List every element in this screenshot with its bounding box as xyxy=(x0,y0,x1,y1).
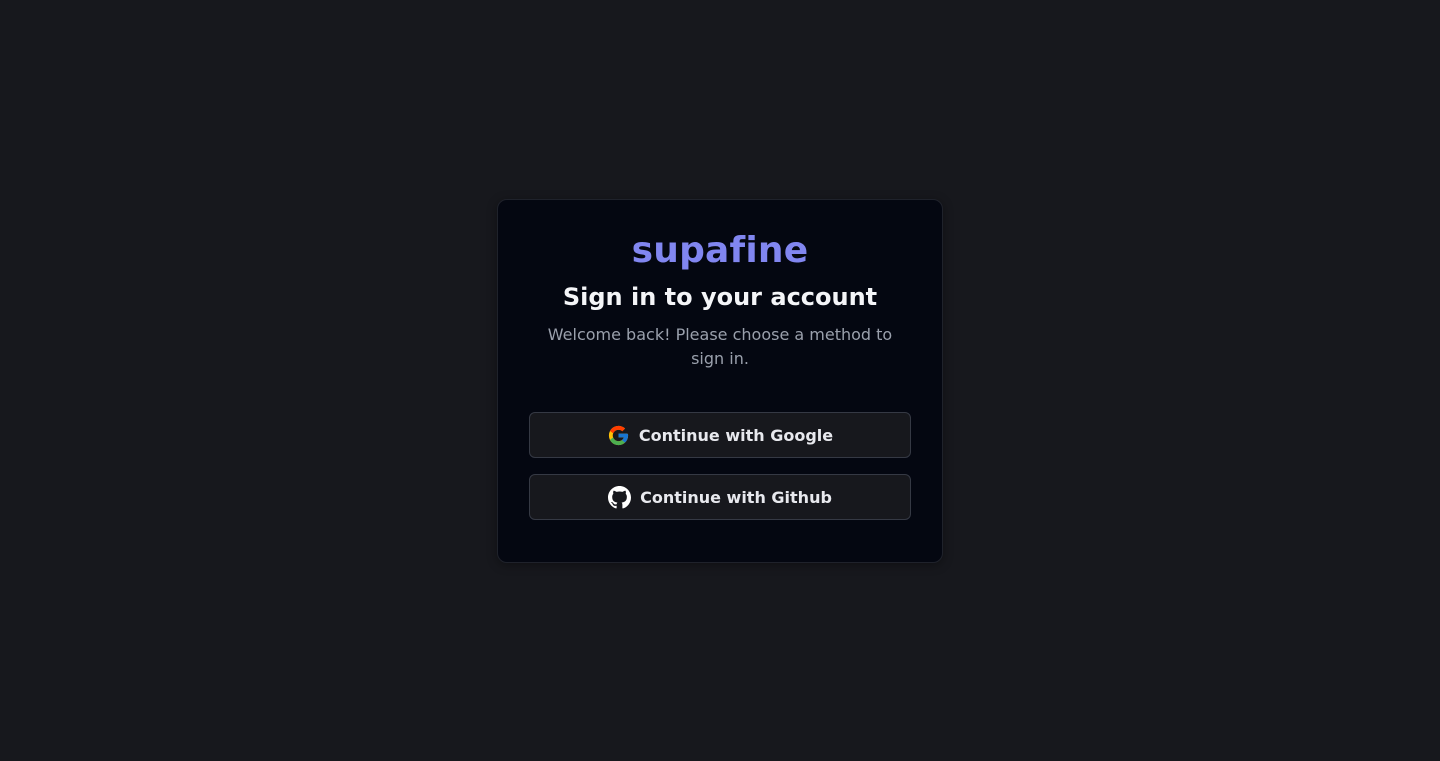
login-subtitle: Welcome back! Please choose a method to … xyxy=(547,325,893,368)
brand-logo: supafine xyxy=(631,230,809,271)
login-card: supafine Sign in to your account Welcome… xyxy=(497,199,943,563)
continue-with-github-button[interactable]: Continue with Github xyxy=(529,474,911,520)
google-button-label: Continue with Google xyxy=(638,425,834,445)
continue-with-google-button[interactable]: Continue with Google xyxy=(529,412,911,458)
login-page: supafine Sign in to your account Welcome… xyxy=(0,0,1440,761)
github-icon xyxy=(608,485,632,509)
page-title: Sign in to your account xyxy=(562,283,878,311)
google-icon xyxy=(607,424,630,447)
github-button-label: Continue with Github xyxy=(640,487,832,507)
